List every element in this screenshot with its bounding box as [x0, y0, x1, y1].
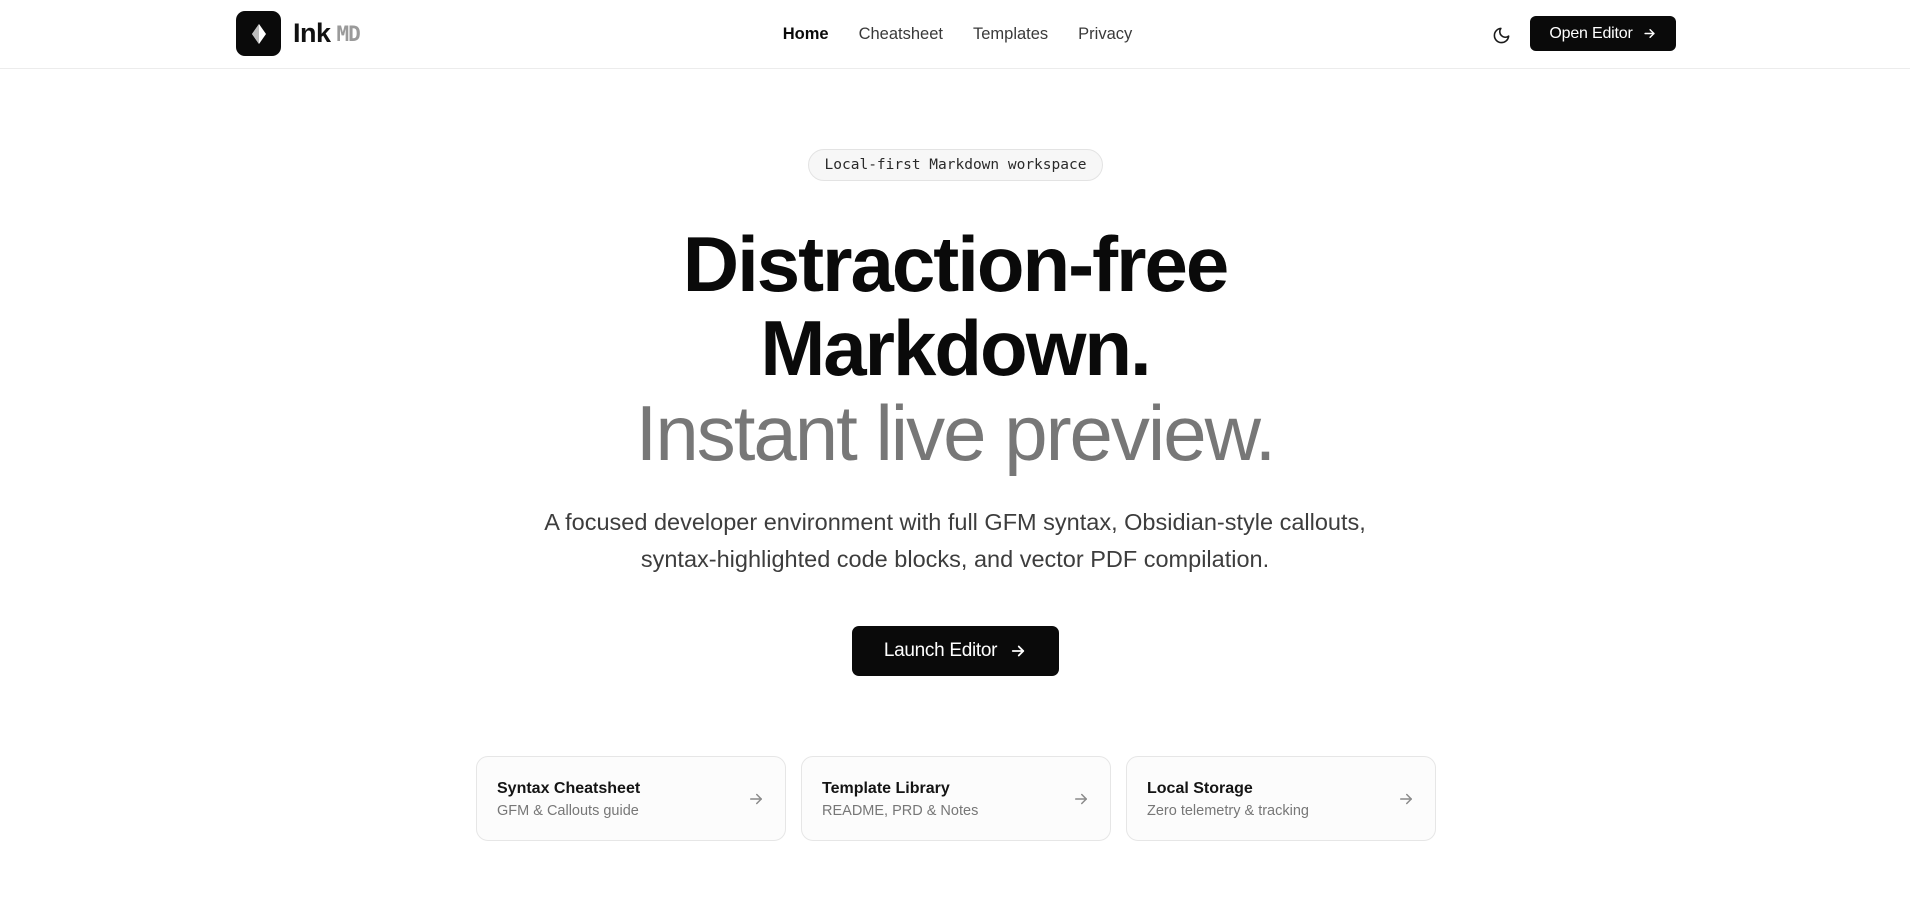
card-title: Syntax Cheatsheet: [497, 780, 641, 797]
arrow-right-icon: [1400, 793, 1412, 805]
arrow-right-icon: [1643, 29, 1655, 38]
arrow-right-icon: [750, 793, 762, 805]
arrow-right-icon: [1075, 793, 1087, 805]
headline-line-2: Markdown.: [760, 304, 1151, 392]
moon-icon: [1493, 27, 1509, 43]
logo-link[interactable]: Ink MD: [236, 11, 361, 56]
theme-toggle-button[interactable]: [1487, 21, 1515, 49]
nav-home[interactable]: Home: [783, 22, 829, 46]
hero-headline: Distraction-free Markdown. Instant live …: [0, 222, 1910, 476]
hero-badge: Local-first Markdown workspace: [808, 149, 1103, 181]
card-local-storage[interactable]: Local Storage Zero telemetry & tracking: [1126, 756, 1436, 841]
open-editor-label: Open Editor: [1549, 24, 1633, 42]
nav-templates[interactable]: Templates: [973, 22, 1048, 46]
launch-editor-label: Launch Editor: [883, 640, 998, 661]
brand-name: Ink: [293, 18, 331, 48]
card-template-library[interactable]: Template Library README, PRD & Notes: [801, 756, 1111, 841]
description-line-1: A focused developer environment with ful…: [544, 509, 1366, 535]
arrow-right-icon: [1012, 645, 1025, 657]
logo-icon: [236, 11, 281, 56]
nav-privacy[interactable]: Privacy: [1078, 22, 1132, 46]
card-title: Local Storage: [1147, 780, 1253, 797]
top-header: Ink MD Home Cheatsheet Templates Privacy…: [0, 0, 1910, 69]
nav-cheatsheet[interactable]: Cheatsheet: [859, 22, 943, 46]
open-editor-button[interactable]: Open Editor: [1530, 16, 1676, 51]
description-line-2: syntax-highlighted code blocks, and vect…: [640, 546, 1270, 572]
card-title: Template Library: [822, 780, 950, 797]
headline-subline: Instant live preview.: [635, 389, 1277, 477]
hero-description: A focused developer environment with ful…: [0, 504, 1910, 578]
headline-line-1: Distraction-free: [682, 220, 1229, 308]
card-subtitle: GFM & Callouts guide: [497, 803, 639, 819]
card-subtitle: README, PRD & Notes: [822, 803, 979, 819]
card-subtitle: Zero telemetry & tracking: [1147, 803, 1309, 819]
brand-suffix: MD: [336, 21, 361, 46]
launch-editor-button[interactable]: Launch Editor: [852, 626, 1059, 676]
card-syntax-cheatsheet[interactable]: Syntax Cheatsheet GFM & Callouts guide: [476, 756, 786, 841]
